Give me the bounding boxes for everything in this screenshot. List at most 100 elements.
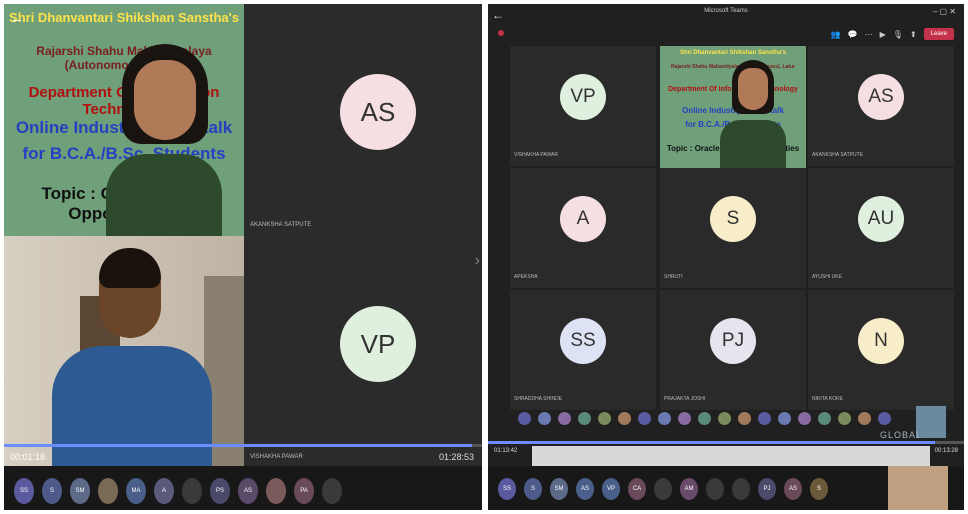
remaining-time: 00:13:28	[934, 448, 958, 454]
participant-pill[interactable]: S	[524, 478, 542, 500]
participant-pill[interactable]: S	[810, 478, 828, 500]
participant-tile[interactable]: AS AKANKSHA SATPUTE	[244, 4, 482, 236]
participant-dot[interactable]	[878, 412, 891, 425]
participant-pill[interactable]: A	[154, 478, 174, 504]
presenter-video	[720, 60, 786, 168]
elapsed-time: 01:28:53	[438, 452, 474, 462]
participant-name: AYUSHI UKE	[812, 274, 842, 280]
participant-dot[interactable]	[578, 412, 591, 425]
participant-tile[interactable]: AS AKANKSHA SATPUTE	[808, 46, 954, 166]
share-icon[interactable]: ⬆	[910, 30, 917, 39]
participant-dot[interactable]	[858, 412, 871, 425]
participant-dot[interactable]	[698, 412, 711, 425]
mic-icon[interactable]: 🎙	[893, 30, 903, 39]
participant-pill[interactable]: AM	[680, 478, 698, 500]
watermark: GLOBAL	[880, 430, 923, 440]
participant-dot[interactable]	[518, 412, 531, 425]
participant-tile[interactable]: VP VISHAKHA PAWAR	[244, 236, 482, 468]
participant-pill[interactable]: VP	[602, 478, 620, 500]
participant-pill[interactable]: S	[42, 478, 62, 504]
people-icon[interactable]: 👥	[831, 30, 841, 39]
right-meeting-window: ← Microsoft Teams – ▢ ✕ 👥 💬 ⋯ ▶ 🎙 ⬆ Leav…	[488, 4, 964, 510]
participant-pill[interactable]	[706, 478, 724, 500]
participant-pill[interactable]: SS	[14, 478, 34, 504]
participant-avatar: N	[858, 318, 904, 364]
shared-slide: Shri Dhanvantari Shikshan Sanstha's Raja…	[4, 4, 244, 236]
participant-tile[interactable]: VP VISHAKHA PAWAR	[510, 46, 656, 166]
participant-pill[interactable]	[654, 478, 672, 500]
elapsed-time: 01:13:42	[494, 448, 518, 454]
participant-pill[interactable]: AS	[784, 478, 802, 500]
leave-button[interactable]: Leave	[923, 28, 954, 40]
video-progress-bar[interactable]	[488, 441, 964, 444]
participant-dot[interactable]	[658, 412, 671, 425]
participant-dot[interactable]	[818, 412, 831, 425]
participant-tile[interactable]: SS SHRADDHA SHINDE	[510, 290, 656, 410]
participant-pill[interactable]	[98, 478, 118, 504]
participant-dot[interactable]	[798, 412, 811, 425]
participant-avatar: A	[560, 196, 606, 242]
participant-dot[interactable]	[618, 412, 631, 425]
shared-slide: Shri Dhanvantari Shikshan Sanstha's Raja…	[660, 46, 806, 168]
participant-pill[interactable]	[732, 478, 750, 500]
participant-dot[interactable]	[598, 412, 611, 425]
participant-name: AKANKSHA SATPUTE	[812, 152, 864, 158]
participant-name: VISHAKHA PAWAR	[250, 454, 303, 460]
participant-tile[interactable]: AU AYUSHI UKE	[808, 168, 954, 288]
presenter-thumbnail	[888, 466, 948, 510]
participant-dot[interactable]	[638, 412, 651, 425]
cam-timer: 00:01:18	[10, 452, 46, 462]
participant-avatar: PJ	[710, 318, 756, 364]
chevron-right-icon[interactable]: ›	[475, 252, 480, 270]
speaker-body	[52, 346, 212, 468]
participant-avatar: VP	[560, 74, 606, 120]
participant-pill[interactable]: AS	[238, 478, 258, 504]
participant-tile[interactable]: PJ PRAJAKTA JOSHI	[660, 290, 806, 410]
participant-dot[interactable]	[558, 412, 571, 425]
participant-avatar: SS	[560, 318, 606, 364]
back-arrow-icon[interactable]: ←	[10, 10, 24, 26]
participant-pill[interactable]	[266, 478, 286, 504]
participant-name: NIKITA KORE	[812, 396, 844, 402]
more-icon[interactable]: ⋯	[865, 30, 873, 39]
participant-pill[interactable]	[322, 478, 342, 504]
participant-dot[interactable]	[758, 412, 771, 425]
participant-tile[interactable]: N NIKITA KORE	[808, 290, 954, 410]
participant-tile[interactable]: S SHRUTI	[660, 168, 806, 288]
participant-dot[interactable]	[718, 412, 731, 425]
participant-name: SHRUTI	[664, 274, 683, 280]
participant-pill[interactable]: MA	[126, 478, 146, 504]
recording-icon	[498, 30, 504, 36]
participant-pill[interactable]: PJ	[758, 478, 776, 500]
participant-pill[interactable]: PS	[210, 478, 230, 504]
participant-pill[interactable]	[182, 478, 202, 504]
participant-bar: SS S SM MA A PS AS PA	[4, 466, 482, 510]
participant-name: SHRADDHA SHINDE	[514, 396, 563, 402]
participant-dot[interactable]	[738, 412, 751, 425]
slide-line-1: Shri Dhanvantari Shikshan Sanstha's	[9, 10, 239, 25]
camera-icon[interactable]: ▶	[880, 30, 886, 39]
slide-line-1: Shri Dhanvantari Shikshan Sanstha's	[679, 50, 787, 56]
participant-pill[interactable]: SS	[498, 478, 516, 500]
video-progress-bar[interactable]	[4, 444, 482, 447]
participant-bar: SS S SM AS VP CA AM PJ AS S	[488, 466, 964, 510]
chat-icon[interactable]: 💬	[848, 30, 858, 39]
participant-dot[interactable]	[678, 412, 691, 425]
participant-name: AKANKSHA SATPUTE	[250, 222, 312, 228]
participant-tile[interactable]: A APEKSHA	[510, 168, 656, 288]
participant-pill[interactable]: SM	[550, 478, 568, 500]
caption-bar	[532, 446, 930, 466]
participant-avatar: AS	[858, 74, 904, 120]
participant-dot[interactable]	[538, 412, 551, 425]
participant-pill[interactable]: PA	[294, 478, 314, 504]
participant-name: APEKSHA	[514, 274, 538, 280]
participant-avatar: VP	[340, 306, 416, 382]
participant-pill[interactable]: SM	[70, 478, 90, 504]
meeting-toolbar: 👥 💬 ⋯ ▶ 🎙 ⬆ Leave	[831, 28, 954, 40]
participant-pill[interactable]: CA	[628, 478, 646, 500]
participant-dot[interactable]	[778, 412, 791, 425]
participant-pill[interactable]: AS	[576, 478, 594, 500]
participant-dot[interactable]	[838, 412, 851, 425]
window-controls-icon[interactable]: – ▢ ✕	[933, 7, 956, 16]
left-meeting-window: Shri Dhanvantari Shikshan Sanstha's Raja…	[4, 4, 482, 510]
